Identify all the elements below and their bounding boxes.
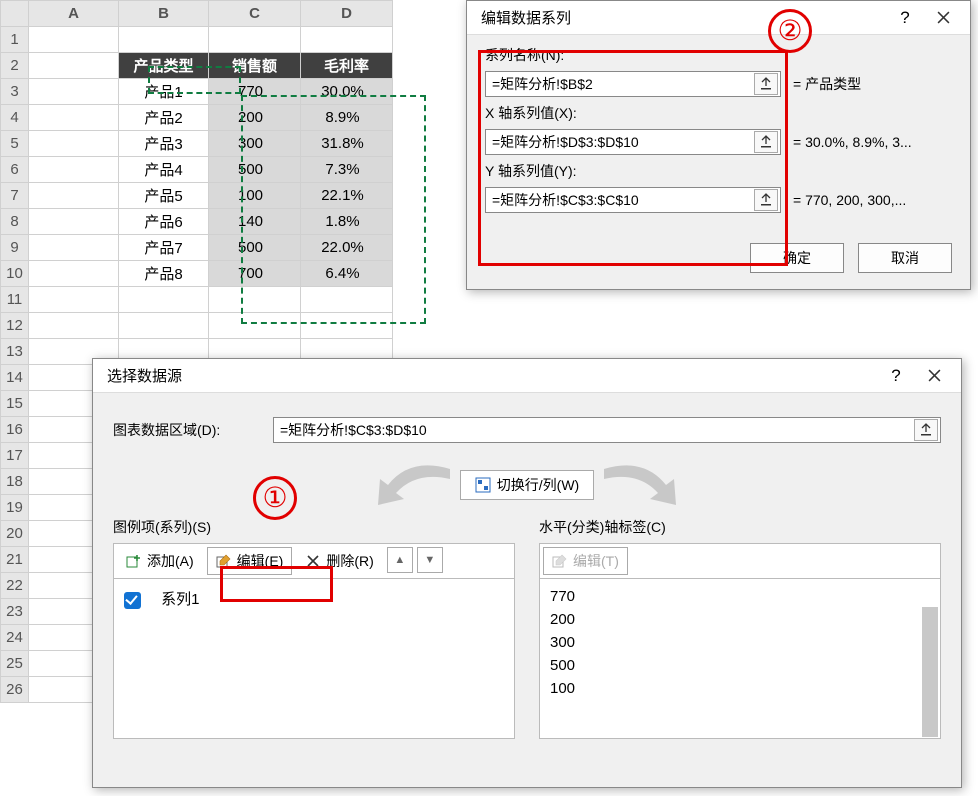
help-button[interactable]: ?	[886, 4, 924, 32]
chart-range-label: 图表数据区域(D):	[113, 420, 273, 440]
series-item-1[interactable]: 系列1	[124, 585, 504, 612]
legend-entries-label: 图例项(系列)(S)	[113, 517, 515, 537]
axis-item[interactable]: 300	[550, 631, 930, 654]
col-c-header[interactable]: C	[209, 1, 301, 27]
cell-b2[interactable]: 产品类型	[119, 53, 209, 79]
series-name-preview: = 产品类型	[793, 74, 861, 94]
series-name-label: 系列名称(N):	[485, 45, 952, 65]
axis-labels-list[interactable]: 770 200 300 500 100	[539, 579, 941, 739]
close-button[interactable]	[915, 362, 953, 390]
collapse-range-icon[interactable]	[754, 73, 778, 95]
move-down-button[interactable]: ▼	[417, 547, 443, 573]
axis-item[interactable]: 770	[550, 585, 930, 608]
select-all-corner[interactable]	[1, 1, 29, 27]
select-data-title: 选择数据源	[107, 365, 877, 386]
edit-series-button[interactable]: 编辑(E)	[207, 547, 293, 575]
select-data-source-dialog: 选择数据源 ? 图表数据区域(D): 切换行/列(W)	[92, 358, 962, 788]
series-name-input[interactable]	[486, 76, 754, 92]
checkbox-checked-icon[interactable]	[124, 592, 141, 609]
switch-row-col-button[interactable]: 切换行/列(W)	[460, 470, 594, 500]
move-up-button[interactable]: ▲	[387, 547, 413, 573]
chart-range-input[interactable]	[274, 422, 914, 438]
cell-c2[interactable]: 销售额	[209, 53, 301, 79]
axis-item[interactable]: 500	[550, 654, 930, 677]
cell-c3[interactable]: 770	[209, 79, 301, 105]
swoop-right-icon	[594, 461, 684, 509]
close-button[interactable]	[924, 4, 962, 32]
ok-button[interactable]: 确定	[750, 243, 844, 273]
x-values-label: X 轴系列值(X):	[485, 103, 952, 123]
collapse-range-icon[interactable]	[754, 131, 778, 153]
axis-item[interactable]: 100	[550, 677, 930, 700]
y-values-input[interactable]	[486, 192, 754, 208]
help-button[interactable]: ?	[877, 362, 915, 390]
y-values-label: Y 轴系列值(Y):	[485, 161, 952, 181]
legend-toolbar: 添加(A) 编辑(E) 删除(R) ▲ ▼	[113, 543, 515, 579]
add-series-button[interactable]: 添加(A)	[117, 547, 203, 575]
delete-icon	[305, 553, 321, 569]
x-values-input[interactable]	[486, 134, 754, 150]
switch-icon	[475, 477, 491, 493]
add-icon	[126, 553, 142, 569]
swoop-left-icon	[370, 461, 460, 509]
col-a-header[interactable]: A	[29, 1, 119, 27]
edit-icon	[216, 553, 232, 569]
axis-item[interactable]: 200	[550, 608, 930, 631]
row-2-header[interactable]: 2	[1, 53, 29, 79]
x-values-preview: = 30.0%, 8.9%, 3...	[793, 134, 912, 150]
remove-series-button[interactable]: 删除(R)	[296, 547, 382, 575]
cancel-button[interactable]: 取消	[858, 243, 952, 273]
collapse-range-icon[interactable]	[914, 419, 938, 441]
col-b-header[interactable]: B	[119, 1, 209, 27]
cell-d3[interactable]: 30.0%	[301, 79, 393, 105]
edit-series-dialog: 编辑数据系列 ? 系列名称(N): = 产品类型 X 轴系列值(X):	[466, 0, 971, 290]
row-1-header[interactable]: 1	[1, 27, 29, 53]
cell-b3[interactable]: 产品1	[119, 79, 209, 105]
cell-d2[interactable]: 毛利率	[301, 53, 393, 79]
col-d-header[interactable]: D	[301, 1, 393, 27]
edit-series-title: 编辑数据系列	[481, 7, 886, 28]
axis-labels-label: 水平(分类)轴标签(C)	[539, 517, 941, 537]
axis-toolbar: 编辑(T)	[539, 543, 941, 579]
legend-series-list[interactable]: 系列1	[113, 579, 515, 739]
y-values-preview: = 770, 200, 300,...	[793, 192, 906, 208]
scrollbar[interactable]	[922, 607, 938, 737]
edit-axis-button[interactable]: 编辑(T)	[543, 547, 628, 575]
collapse-range-icon[interactable]	[754, 189, 778, 211]
edit-icon	[552, 553, 568, 569]
